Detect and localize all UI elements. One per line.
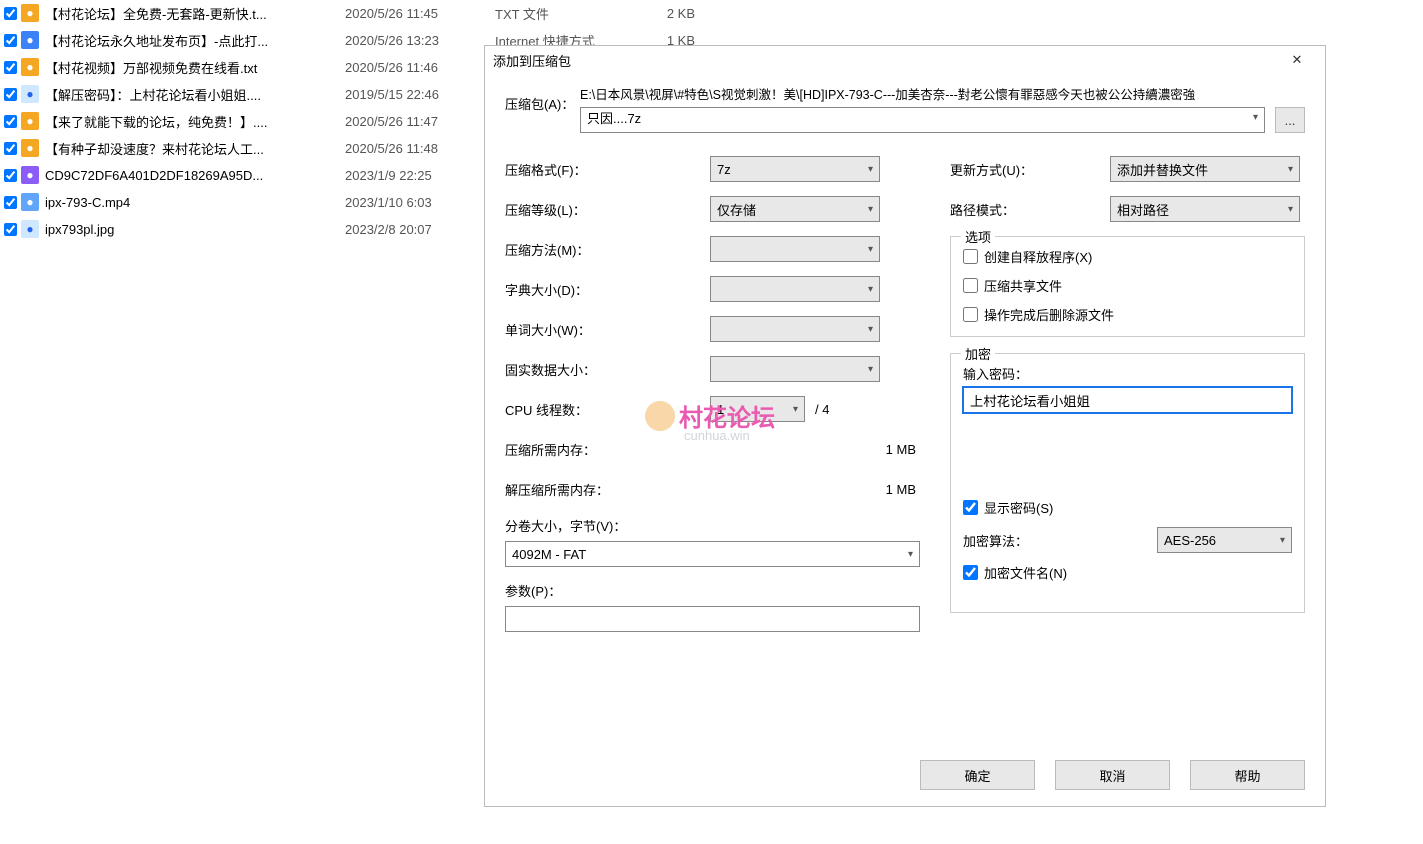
level-select[interactable]: 仅存储 bbox=[710, 196, 880, 222]
file-name: 【来了就能下载的论坛，纯免费！】.... bbox=[45, 112, 345, 131]
dict-label: 字典大小(D)： bbox=[505, 280, 710, 299]
pathmode-select[interactable]: 相对路径 bbox=[1110, 196, 1300, 222]
file-name: 【解压密码】：上村花论坛看小姐姐.... bbox=[45, 85, 345, 104]
pathmode-label: 路径模式： bbox=[950, 200, 1110, 219]
delete-checkbox-input[interactable] bbox=[963, 307, 978, 322]
sfx-checkbox[interactable]: 创建自释放程序(X) bbox=[963, 247, 1292, 266]
help-button[interactable]: 帮助 bbox=[1190, 760, 1305, 790]
file-checkbox[interactable] bbox=[4, 7, 17, 20]
file-checkbox[interactable] bbox=[4, 34, 17, 47]
cancel-button[interactable]: 取消 bbox=[1055, 760, 1170, 790]
file-date: 2020/5/26 11:45 bbox=[345, 6, 495, 21]
sfx-checkbox-input[interactable] bbox=[963, 249, 978, 264]
options-fieldset: 选项 创建自释放程序(X) 压缩共享文件 操作完成后删除源文件 bbox=[950, 236, 1305, 337]
enc-alg-select[interactable]: AES-256 bbox=[1157, 527, 1292, 553]
file-checkbox[interactable] bbox=[4, 169, 17, 182]
file-name: 【村花视频】万部视频免费在线看.txt bbox=[45, 58, 345, 77]
file-icon: ● bbox=[21, 193, 39, 211]
update-label: 更新方式(U)： bbox=[950, 160, 1110, 179]
file-date: 2020/5/26 13:23 bbox=[345, 33, 495, 48]
file-checkbox[interactable] bbox=[4, 88, 17, 101]
encrypt-names-checkbox[interactable]: 加密文件名(N) bbox=[963, 563, 1292, 582]
file-row[interactable]: ● 【村花论坛】全免费-无套路-更新快.t...2020/5/26 11:45TX… bbox=[0, 0, 730, 27]
share-checkbox-input[interactable] bbox=[963, 278, 978, 293]
ok-button[interactable]: 确定 bbox=[920, 760, 1035, 790]
file-icon: ● bbox=[21, 4, 39, 22]
show-password-checkbox[interactable]: 显示密码(S) bbox=[963, 498, 1292, 517]
encrypt-names-checkbox-input[interactable] bbox=[963, 565, 978, 580]
options-legend: 选项 bbox=[961, 227, 995, 246]
password-input[interactable] bbox=[963, 387, 1292, 413]
file-date: 2023/1/9 22:25 bbox=[345, 168, 495, 183]
file-date: 2019/5/15 22:46 bbox=[345, 87, 495, 102]
file-icon: ● bbox=[21, 85, 39, 103]
params-input[interactable] bbox=[505, 606, 920, 632]
dict-select[interactable] bbox=[710, 276, 880, 302]
format-label: 压缩格式(F)： bbox=[505, 160, 710, 179]
file-icon: ● bbox=[21, 58, 39, 76]
show-password-checkbox-input[interactable] bbox=[963, 500, 978, 515]
mem-comp-value: 1 MB bbox=[710, 442, 920, 457]
password-label: 输入密码： bbox=[963, 364, 1292, 383]
file-checkbox[interactable] bbox=[4, 196, 17, 209]
file-icon: ● bbox=[21, 31, 39, 49]
file-name: 【有种子却没速度？来村花论坛人工... bbox=[45, 139, 345, 158]
cpu-total: / 4 bbox=[815, 402, 829, 417]
archive-name-value: 只因....7z bbox=[587, 111, 641, 126]
file-name: 【村花论坛永久地址发布页】-点此打... bbox=[45, 31, 345, 50]
method-label: 压缩方法(M)： bbox=[505, 240, 710, 259]
archive-path: E:\日本风景\视屏\#特色\S视觉刺激！美\[HD]IPX-793-C---加… bbox=[580, 84, 1305, 103]
file-name: 【村花论坛】全免费-无套路-更新快.t... bbox=[45, 4, 345, 23]
enc-alg-label: 加密算法： bbox=[963, 531, 1028, 550]
solid-select[interactable] bbox=[710, 356, 880, 382]
file-name: ipx-793-C.mp4 bbox=[45, 195, 345, 210]
solid-label: 固实数据大小： bbox=[505, 360, 710, 379]
browse-button[interactable]: ... bbox=[1275, 107, 1305, 133]
archive-label: 压缩包(A)： bbox=[505, 84, 580, 113]
cpu-label: CPU 线程数： bbox=[505, 400, 710, 419]
file-checkbox[interactable] bbox=[4, 115, 17, 128]
params-label: 参数(P)： bbox=[505, 581, 920, 600]
encryption-legend: 加密 bbox=[961, 344, 995, 363]
file-date: 2020/5/26 11:48 bbox=[345, 141, 495, 156]
archive-name-combo[interactable]: 只因....7z bbox=[580, 107, 1265, 133]
file-icon: ● bbox=[21, 220, 39, 238]
dialog-title: 添加到压缩包 bbox=[493, 51, 571, 70]
share-checkbox[interactable]: 压缩共享文件 bbox=[963, 276, 1292, 295]
file-icon: ● bbox=[21, 112, 39, 130]
word-label: 单词大小(W)： bbox=[505, 320, 710, 339]
add-to-archive-dialog: 添加到压缩包 ✕ 压缩包(A)： E:\日本风景\视屏\#特色\S视觉刺激！美\… bbox=[484, 45, 1326, 807]
file-date: 2023/1/10 6:03 bbox=[345, 195, 495, 210]
method-select[interactable] bbox=[710, 236, 880, 262]
mem-decomp-label: 解压缩所需内存： bbox=[505, 480, 710, 499]
dialog-footer: 确定 取消 帮助 bbox=[485, 748, 1325, 806]
format-select[interactable]: 7z bbox=[710, 156, 880, 182]
cpu-select[interactable]: 1 bbox=[710, 396, 805, 422]
file-icon: ● bbox=[21, 139, 39, 157]
delete-checkbox[interactable]: 操作完成后删除源文件 bbox=[963, 305, 1292, 324]
mem-comp-label: 压缩所需内存： bbox=[505, 440, 710, 459]
update-select[interactable]: 添加并替换文件 bbox=[1110, 156, 1300, 182]
mem-decomp-value: 1 MB bbox=[710, 482, 920, 497]
word-select[interactable] bbox=[710, 316, 880, 342]
close-icon[interactable]: ✕ bbox=[1277, 48, 1317, 72]
level-label: 压缩等级(L)： bbox=[505, 200, 710, 219]
encryption-fieldset: 加密 输入密码： 显示密码(S) 加密算法： AES-256 加密文件名(N) bbox=[950, 353, 1305, 613]
file-name: ipx793pl.jpg bbox=[45, 222, 345, 237]
file-checkbox[interactable] bbox=[4, 223, 17, 236]
file-date: 2020/5/26 11:46 bbox=[345, 60, 495, 75]
file-size: 2 KB bbox=[635, 6, 695, 21]
file-name: CD9C72DF6A401D2DF18269A95D... bbox=[45, 168, 345, 183]
file-icon: ● bbox=[21, 166, 39, 184]
dialog-titlebar: 添加到压缩包 ✕ bbox=[485, 46, 1325, 74]
split-label: 分卷大小，字节(V)： bbox=[505, 516, 920, 535]
file-date: 2020/5/26 11:47 bbox=[345, 114, 495, 129]
file-checkbox[interactable] bbox=[4, 61, 17, 74]
split-select[interactable]: 4092M - FAT bbox=[505, 541, 920, 567]
file-type: TXT 文件 bbox=[495, 4, 635, 23]
file-checkbox[interactable] bbox=[4, 142, 17, 155]
file-date: 2023/2/8 20:07 bbox=[345, 222, 495, 237]
